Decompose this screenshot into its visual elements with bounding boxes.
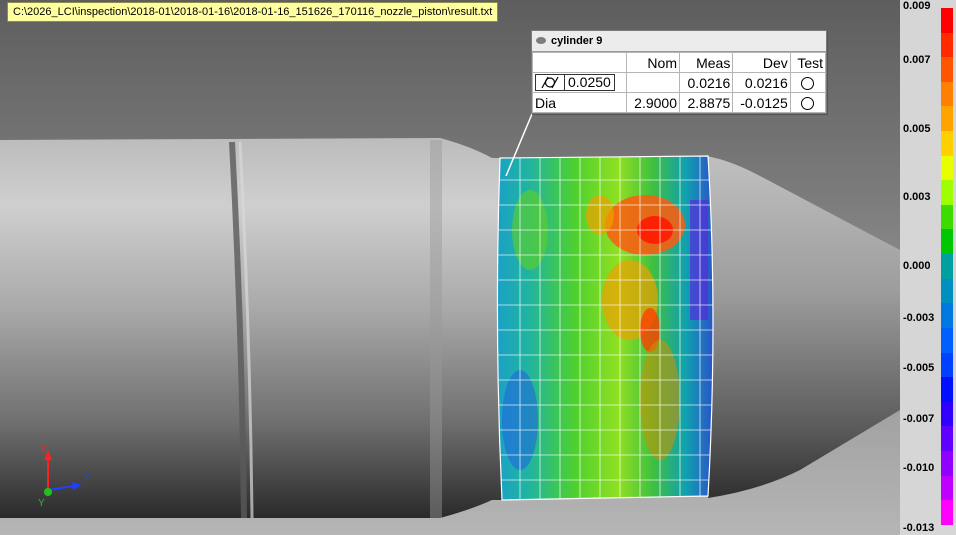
pass-circle-icon: [801, 97, 815, 111]
table-header-row: Nom Meas Dev Test: [532, 52, 827, 73]
axis-y-label: Y: [38, 498, 45, 509]
color-scale-swatch: [941, 475, 953, 501]
color-scale-swatch: [941, 131, 953, 156]
cylindricity-icon: [536, 74, 565, 90]
dia-label: Dia: [532, 92, 627, 113]
tolerance-frame: 0.0250: [535, 73, 615, 91]
color-scale-swatch: [941, 32, 953, 58]
cylinder-icon: [536, 36, 546, 44]
color-scale-swatch: [941, 426, 953, 451]
color-scale-swatch: [941, 327, 953, 353]
axis-z-label: Z: [84, 472, 90, 483]
color-scale-swatch: [941, 155, 953, 181]
nozzle-cone: [706, 156, 900, 498]
color-scale-label: 0.003: [903, 191, 931, 203]
color-scale-label: -0.005: [903, 362, 935, 374]
callout-title-text: cylinder 9: [551, 35, 603, 47]
color-scale-label: -0.010: [903, 462, 935, 474]
cylinder-callout[interactable]: cylinder 9 Nom Meas Dev Test 0.0250 0.02…: [531, 30, 827, 114]
test-cell: [789, 72, 827, 93]
meas-value: 0.0216: [678, 72, 734, 93]
color-scale-label: 0.005: [903, 123, 931, 135]
color-scale-label: 0.009: [903, 0, 931, 12]
color-scale-label: -0.013: [903, 522, 935, 534]
color-scale-label: 0.000: [903, 260, 931, 272]
color-scale-label: 0.007: [903, 54, 931, 66]
measurement-table: Nom Meas Dev Test 0.0250 0.0216 0.0216 D…: [532, 52, 827, 113]
color-scale-label: -0.003: [903, 312, 935, 324]
color-scale-swatch: [941, 278, 953, 304]
header-meas: Meas: [678, 52, 734, 73]
color-scale-swatch: [941, 401, 953, 427]
color-scale-swatch: [941, 303, 953, 328]
color-scale-swatch: [941, 8, 953, 33]
3d-viewport[interactable]: C:\2026_LCI\inspection\2018-01\2018-01-1…: [0, 0, 956, 535]
meas-value: 2.8875: [678, 92, 734, 113]
cylindricity-cell: 0.0250: [532, 72, 627, 93]
color-scale-swatch: [941, 500, 953, 525]
color-scale-swatch: [941, 57, 953, 82]
deviation-color-scale: 0.009 0.007 0.005 0.003 0.000 -0.003 -0.005 -0.…: [900, 0, 956, 535]
color-scale-swatch: [941, 377, 953, 402]
header-nom: Nom: [625, 52, 680, 73]
color-scale-swatch: [941, 450, 953, 476]
table-row: Dia 2.9000 2.8875 -0.0125: [532, 92, 827, 113]
dev-value: -0.0125: [732, 92, 791, 113]
color-scale-swatch: [941, 229, 953, 255]
axis-triad: X Z Y: [38, 444, 90, 509]
header-test: Test: [789, 52, 827, 73]
axis-x-label: X: [40, 444, 47, 455]
pass-circle-icon: [801, 77, 815, 91]
callout-title[interactable]: cylinder 9: [532, 31, 826, 52]
dev-value: 0.0216: [732, 72, 791, 93]
color-scale-swatch: [941, 352, 953, 378]
file-path-label: C:\2026_LCI\inspection\2018-01\2018-01-1…: [7, 2, 499, 22]
color-scale-swatch: [941, 106, 953, 132]
color-scale-swatch: [941, 180, 953, 205]
header-dev: Dev: [732, 52, 791, 73]
table-row: 0.0250 0.0216 0.0216: [532, 72, 827, 93]
color-scale-swatch: [941, 204, 953, 230]
tolerance-value: 0.0250: [568, 73, 611, 90]
test-cell: [789, 92, 827, 113]
color-scale-swatch: [941, 81, 953, 107]
color-scale-bar: [941, 8, 953, 525]
nom-value: 2.9000: [625, 92, 680, 113]
nom-value: [625, 72, 680, 93]
color-scale-label: -0.007: [903, 413, 935, 425]
color-scale-swatch: [941, 254, 953, 279]
